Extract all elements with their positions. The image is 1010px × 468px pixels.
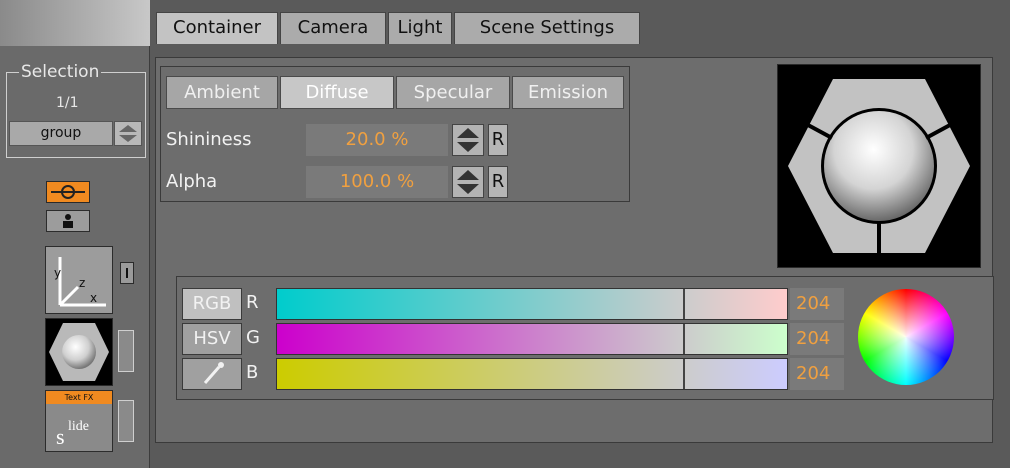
material-button[interactable] (45, 318, 113, 386)
material-sphere-icon (49, 323, 109, 381)
textfx-label: Text FX (46, 391, 112, 404)
textfx-toggle[interactable] (118, 400, 134, 442)
axis-icon: y z x (54, 257, 106, 307)
b-channel-handle[interactable] (683, 359, 685, 389)
camera-person-icon (63, 214, 73, 228)
material-sphere-icon (788, 79, 970, 253)
material-toggle[interactable] (118, 330, 134, 372)
g-channel-value[interactable]: 204 (790, 323, 844, 355)
axis-z-label: z (79, 276, 85, 290)
tab-light[interactable]: Light (388, 12, 452, 44)
g-channel-slider[interactable] (276, 323, 788, 355)
b-channel-label: B (246, 362, 259, 383)
axis-button[interactable]: y z x (45, 246, 113, 314)
svg-text:lide: lide (68, 419, 89, 434)
r-channel-label: R (246, 292, 259, 313)
axis-toggle[interactable] (120, 262, 134, 284)
b-channel-value[interactable]: 204 (790, 358, 844, 390)
group-button[interactable]: group (9, 121, 113, 146)
g-channel-handle[interactable] (683, 324, 685, 354)
color-wheel[interactable] (858, 289, 954, 385)
tab-container[interactable]: Container (156, 12, 278, 44)
camera-person-button[interactable] (46, 210, 90, 232)
spinner-arrows-icon (457, 170, 479, 194)
tab-camera[interactable]: Camera (280, 12, 386, 44)
tab-ambient[interactable]: Ambient (166, 76, 278, 109)
axis-x-label: x (90, 291, 97, 305)
shininess-field[interactable]: 20.0 % (306, 124, 448, 156)
axis-y-label: y (54, 266, 61, 280)
b-channel-slider[interactable] (276, 358, 788, 390)
corner-panel (0, 0, 150, 46)
r-channel-slider[interactable] (276, 288, 788, 320)
group-stepper[interactable] (114, 121, 142, 146)
g-channel-label: G (246, 327, 260, 348)
alpha-reset-button[interactable]: R (488, 166, 508, 198)
r-channel-handle[interactable] (683, 289, 685, 319)
tab-scene-settings[interactable]: Scene Settings (454, 12, 640, 44)
tab-diffuse[interactable]: Diffuse (280, 76, 394, 109)
r-channel-value[interactable]: 204 (790, 288, 844, 320)
tab-emission[interactable]: Emission (512, 76, 624, 109)
alpha-field[interactable]: 100.0 % (306, 166, 448, 198)
alpha-label: Alpha (166, 171, 218, 192)
bracket-icon (126, 268, 128, 278)
material-preview (777, 64, 981, 268)
shininess-reset-button[interactable]: R (488, 124, 508, 156)
eyedropper-button[interactable] (182, 358, 242, 390)
stepper-arrows-icon (119, 125, 137, 142)
container-icon (51, 185, 85, 199)
selection-count: 1/1 (56, 95, 79, 111)
alpha-spinner[interactable] (452, 166, 484, 198)
selection-title: Selection (19, 62, 102, 82)
hsv-mode-button[interactable]: HSV (182, 323, 242, 355)
shininess-label: Shininess (166, 129, 252, 150)
tab-specular[interactable]: Specular (396, 76, 510, 109)
shininess-spinner[interactable] (452, 124, 484, 156)
rgb-mode-button[interactable]: RGB (182, 288, 242, 320)
textfx-button[interactable]: Text FX s lide (45, 390, 113, 452)
container-button[interactable] (46, 181, 90, 203)
svg-text:s: s (56, 424, 65, 449)
spinner-arrows-icon (457, 128, 479, 152)
slide-icon: s lide (56, 419, 89, 449)
eyedropper-icon (203, 362, 224, 384)
